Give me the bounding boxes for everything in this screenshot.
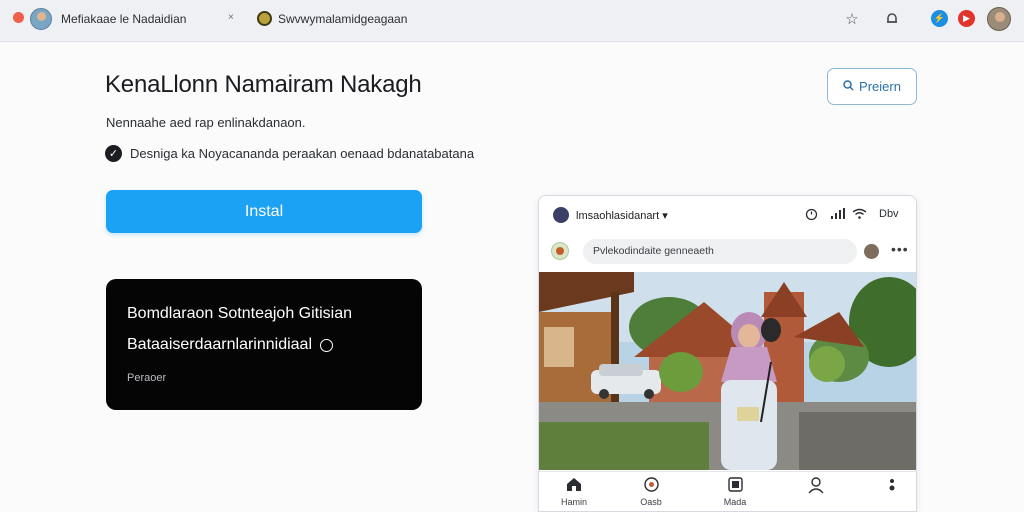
promo-card[interactable]: Bomdlaraon Sotnteajoh Gitisian Bataaiser… (106, 279, 422, 410)
wifi-icon (852, 208, 867, 222)
post-photo[interactable] (539, 272, 916, 470)
extension-red-icon[interactable]: ▶ (958, 10, 975, 27)
promo-subtitle: Bataaiserdaarnlarinnidiaal (127, 336, 313, 353)
tab-close-icon[interactable]: × (228, 12, 234, 23)
feature-check-row: ✓ Desniga ka Noyacananda peraakan oenaad… (105, 145, 474, 162)
bell-icon[interactable] (883, 10, 901, 28)
preview-button[interactable]: Preiern (827, 68, 917, 105)
composer-placeholder: Pvlekodindaite genneaeth (593, 245, 714, 257)
circle-icon (320, 338, 334, 352)
status-time: Dbv (879, 208, 899, 220)
nav-media-label: Mada (723, 497, 747, 507)
app-preview-window: lmsaohlasidanart ▾ Dbv Pvlekodindaite ge… (538, 195, 917, 512)
checkmark-icon: ✓ (105, 145, 122, 162)
site-favicon-icon (257, 11, 272, 26)
promo-subtitle-row: Bataaiserdaarnlarinnidiaal (127, 336, 334, 354)
composer-user-avatar[interactable] (864, 244, 879, 259)
nav-more[interactable] (867, 477, 916, 497)
nav-profile[interactable] (791, 477, 841, 497)
signal-icon (831, 208, 845, 222)
nav-media[interactable]: Mada (710, 477, 760, 507)
window-close-dot[interactable] (13, 12, 24, 23)
bottom-nav: Hamin Oasb Mada (539, 471, 916, 511)
page-subtitle: Nennaahe aed rap enlinakdanaon. (106, 115, 306, 130)
tab-title[interactable]: Mefiakaae le Nadaidian (61, 12, 186, 26)
home-icon (549, 477, 599, 495)
extension-blue-icon[interactable]: ⚡ (931, 10, 948, 27)
nav-explore-label: Oasb (640, 497, 662, 507)
more-icon (867, 477, 916, 495)
nav-home[interactable]: Hamin (549, 477, 599, 507)
more-options-icon[interactable]: ••• (891, 241, 909, 257)
search-icon (843, 79, 854, 94)
page-title: KenaLlonn Namairam Nakagh (105, 71, 422, 98)
star-icon[interactable]: ☆ (843, 10, 861, 28)
preview-button-label: Preiern (859, 79, 901, 94)
nav-home-label: Hamin (560, 497, 587, 507)
profile-avatar[interactable] (987, 7, 1011, 31)
address-bar-url[interactable]: Swvwymalamidgeagaan (278, 12, 407, 26)
compass-icon (626, 477, 676, 495)
promo-title: Bomdlaraon Sotnteajoh Gitisian (127, 305, 353, 322)
composer-input[interactable]: Pvlekodindaite genneaeth (583, 239, 857, 264)
app-title[interactable]: lmsaohlasidanart ▾ (576, 209, 668, 222)
app-avatar (553, 207, 569, 223)
browser-toolbar: Mefiakaae le Nadaidian × Swvwymalamidgea… (0, 0, 1024, 42)
nav-explore[interactable]: Oasb (626, 477, 676, 507)
media-icon (710, 477, 760, 495)
alarm-icon (805, 208, 818, 224)
composer-avatar (551, 242, 569, 260)
feature-check-text: Desniga ka Noyacananda peraakan oenaad b… (130, 146, 475, 161)
tab-favicon-avatar (30, 8, 52, 30)
post-composer: Pvlekodindaite genneaeth ••• (551, 239, 909, 264)
promo-caption: Peraoer (127, 372, 167, 384)
app-header: lmsaohlasidanart ▾ Dbv (539, 196, 916, 234)
install-button[interactable]: Instal (106, 190, 422, 233)
profile-icon (791, 477, 841, 495)
